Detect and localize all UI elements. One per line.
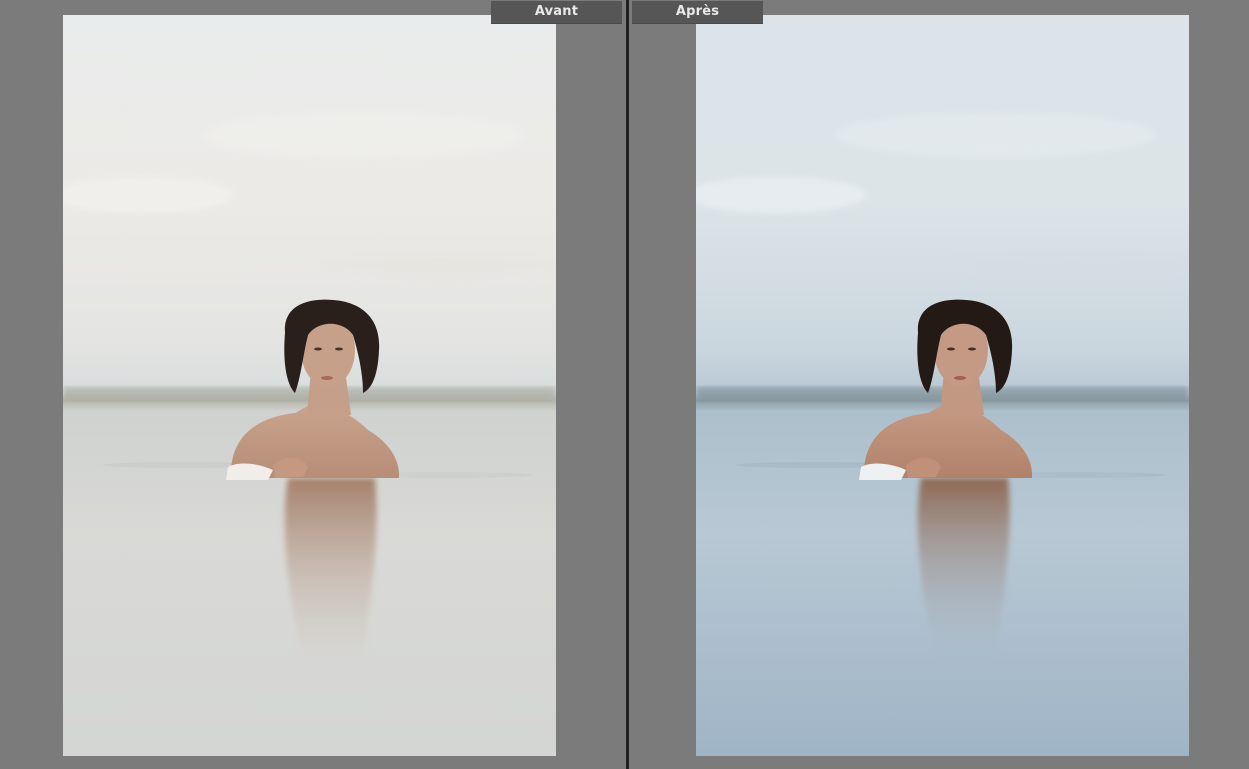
after-photo (696, 15, 1189, 756)
before-pane: Avant (0, 0, 626, 769)
after-label: Après (632, 1, 763, 24)
before-photo (63, 15, 556, 756)
before-after-compare-view: Avant Après (0, 0, 1249, 769)
before-photo-image (63, 15, 556, 756)
before-label: Avant (491, 1, 622, 24)
after-photo-image (696, 15, 1189, 756)
